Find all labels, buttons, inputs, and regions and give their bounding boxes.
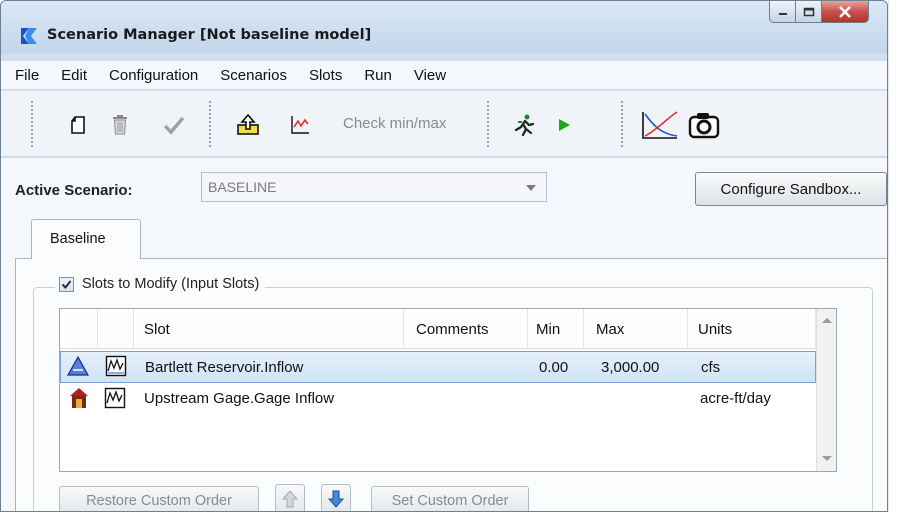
slots-group-label: Slots to Modify (Input Slots)	[82, 276, 260, 292]
play-icon	[559, 119, 570, 131]
export-icon	[237, 113, 259, 135]
maximize-icon	[803, 7, 814, 16]
move-down-button[interactable]	[321, 484, 351, 511]
table-header: Slot Comments Min Max Units	[60, 309, 816, 349]
restore-custom-order-button[interactable]: Restore Custom Order	[59, 486, 259, 511]
window-title: Scenario Manager [Not baseline model]	[47, 27, 372, 43]
chevron-down-icon	[526, 185, 536, 191]
menu-edit[interactable]: Edit	[61, 67, 87, 84]
title-bar[interactable]: Scenario Manager [Not baseline model]	[1, 1, 887, 53]
toolbar-grip[interactable]	[621, 101, 625, 147]
slot-name: Upstream Gage.Gage Inflow	[144, 390, 335, 407]
series-slot-icon	[104, 387, 126, 409]
run-scenario-button[interactable]	[509, 111, 539, 139]
slots-table: Slot Comments Min Max Units Bartlett Res…	[59, 308, 837, 472]
toolbar-grip[interactable]	[209, 101, 213, 147]
table-scrollbar[interactable]	[816, 309, 836, 471]
plot-slot-button[interactable]	[285, 111, 315, 139]
slot-min: 0.00	[539, 359, 569, 376]
slot-max: 3,000.00	[601, 359, 660, 376]
table-row[interactable]: Bartlett Reservoir.Inflow 0.00 3,000.00 …	[60, 351, 816, 383]
toolbar-grip[interactable]	[31, 101, 35, 147]
col-header-comments[interactable]: Comments	[404, 309, 528, 349]
slot-units: cfs	[701, 359, 721, 376]
arrow-down-icon	[327, 490, 345, 508]
menu-slots[interactable]: Slots	[309, 67, 342, 84]
scenario-manager-window: Scenario Manager [Not baseline model] Fi…	[0, 0, 888, 512]
minimize-button[interactable]	[769, 1, 795, 23]
close-icon	[839, 5, 851, 18]
export-slots-button[interactable]	[233, 111, 263, 139]
configure-sandbox-button[interactable]: Configure Sandbox...	[695, 172, 887, 206]
slot-units: acre-ft/day	[700, 390, 771, 407]
col-header-slot[interactable]: Slot	[134, 309, 404, 349]
active-scenario-value: BASELINE	[208, 179, 277, 195]
close-button[interactable]	[821, 1, 869, 23]
play-button[interactable]	[549, 111, 579, 139]
maximize-button[interactable]	[795, 1, 821, 23]
scroll-down-icon[interactable]	[822, 456, 832, 461]
check-icon	[61, 279, 72, 289]
menu-configuration[interactable]: Configuration	[109, 67, 198, 84]
active-scenario-combo[interactable]: BASELINE	[201, 172, 547, 202]
desktop-background	[888, 0, 900, 512]
content-area: Active Scenario: BASELINE Configure Sand…	[1, 158, 887, 511]
menu-view[interactable]: View	[414, 67, 446, 84]
slot-name: Bartlett Reservoir.Inflow	[145, 359, 304, 376]
table-row[interactable]: Upstream Gage.Gage Inflow acre-ft/day	[60, 383, 816, 415]
tab-baseline[interactable]: Baseline	[31, 219, 141, 259]
minimize-icon	[778, 12, 787, 15]
scroll-up-icon[interactable]	[822, 318, 832, 323]
menu-bar: File Edit Configuration Scenarios Slots …	[1, 61, 887, 89]
col-header-units[interactable]: Units	[688, 309, 816, 349]
new-icon	[71, 116, 85, 134]
col-header-type[interactable]	[98, 309, 134, 349]
gage-icon	[70, 388, 88, 408]
camera-icon	[688, 113, 720, 139]
series-slot-icon	[105, 355, 127, 377]
menu-run[interactable]: Run	[364, 67, 392, 84]
slots-group-header: Slots to Modify (Input Slots)	[55, 271, 266, 297]
slots-to-modify-checkbox[interactable]	[59, 276, 74, 292]
accept-button[interactable]	[159, 111, 189, 139]
col-header-icon[interactable]	[60, 309, 98, 349]
delete-scenario-button[interactable]	[105, 111, 135, 139]
snapshot-button[interactable]	[687, 111, 721, 139]
menu-file[interactable]: File	[15, 67, 39, 84]
arrow-up-icon	[281, 490, 299, 508]
runner-icon	[514, 114, 535, 137]
tab-baseline-label: Baseline	[50, 231, 106, 247]
window-controls	[769, 1, 869, 23]
chart-icon	[291, 116, 309, 134]
check-minmax-button[interactable]: Check min/max	[343, 115, 446, 132]
plot-icon	[642, 111, 678, 139]
active-scenario-label: Active Scenario:	[15, 182, 133, 199]
reservoir-icon	[67, 355, 89, 376]
set-custom-order-button[interactable]: Set Custom Order	[371, 486, 529, 511]
menu-scenarios[interactable]: Scenarios	[220, 67, 287, 84]
move-up-button[interactable]	[275, 484, 305, 511]
col-header-max[interactable]: Max	[584, 309, 688, 349]
delete-icon	[113, 115, 127, 135]
toolbar: Check min/max	[1, 91, 887, 157]
compare-plot-button[interactable]	[639, 111, 681, 139]
col-header-min[interactable]: Min	[528, 309, 584, 349]
toolbar-grip[interactable]	[487, 101, 491, 147]
riverware-app-icon	[21, 28, 37, 44]
new-scenario-button[interactable]	[63, 111, 93, 139]
divider	[888, 0, 889, 512]
checkmark-icon	[163, 116, 185, 135]
